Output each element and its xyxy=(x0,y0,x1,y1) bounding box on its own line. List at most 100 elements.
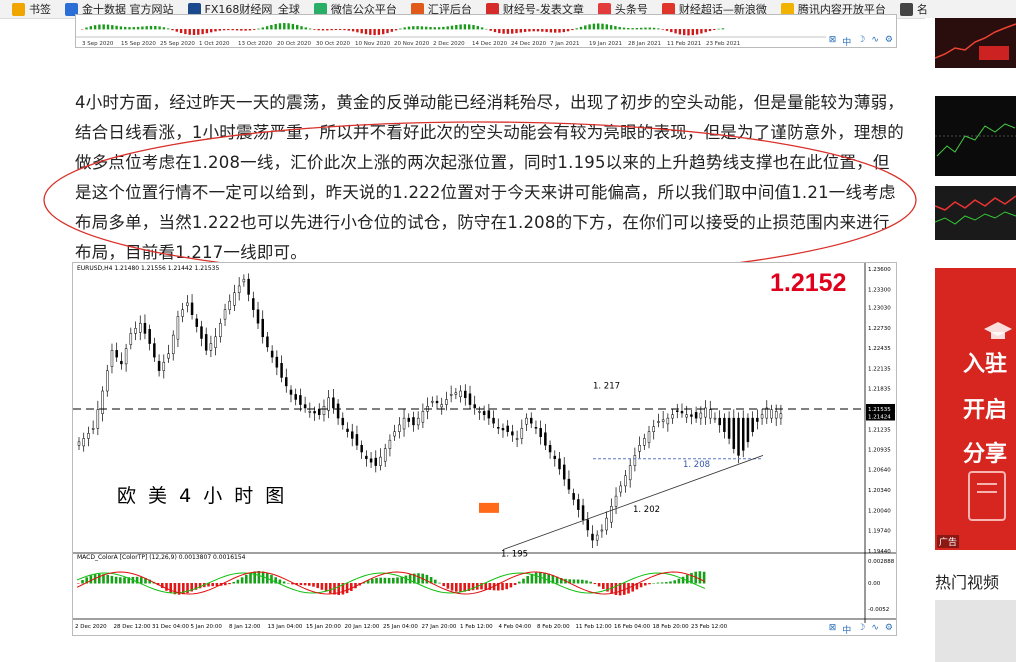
entry-marker xyxy=(479,503,499,513)
top-date-label: 20 Nov 2020 xyxy=(394,41,430,47)
candle-body xyxy=(686,415,688,417)
chart-title: 欧 美 4 小 时 图 xyxy=(117,481,287,508)
top-macd-bar xyxy=(279,23,281,29)
top-macd-bar xyxy=(232,29,234,30)
hot-videos-title[interactable]: 热门视频 xyxy=(935,569,999,593)
top-macd-bar xyxy=(687,29,689,35)
macd-bar xyxy=(384,578,387,584)
candle-body xyxy=(591,534,593,540)
sidebar-thumb-1[interactable] xyxy=(935,18,1016,68)
top-macd-bar xyxy=(167,28,169,29)
candle-body xyxy=(540,428,542,436)
price-label: 1.21835 xyxy=(868,387,891,393)
top-macd-bar xyxy=(666,29,668,31)
macd-bar xyxy=(615,583,618,595)
candle-body xyxy=(662,420,664,422)
chart-tool-3[interactable]: ∿ xyxy=(871,35,879,47)
top-macd-bar xyxy=(214,29,216,31)
candle-body xyxy=(389,440,391,448)
chart-tool-0[interactable]: ⊠ xyxy=(829,623,837,635)
candle-body xyxy=(544,433,546,446)
macd-bar xyxy=(232,582,235,584)
chart-tool-4[interactable]: ⚙ xyxy=(885,35,893,47)
candle-body xyxy=(483,411,485,414)
macd-bar xyxy=(518,582,521,584)
time-label: 8 Feb 20:00 xyxy=(537,624,570,630)
bookmark-0[interactable]: 书签 xyxy=(12,1,51,17)
candle-body xyxy=(172,335,174,354)
candle-body xyxy=(624,476,626,486)
top-macd-bar xyxy=(103,24,105,29)
top-macd-bar xyxy=(705,29,707,32)
top-date-label: 20 Oct 2020 xyxy=(277,41,312,47)
candle-body xyxy=(695,412,697,418)
bookmark-9[interactable]: 名 xyxy=(900,1,928,17)
top-macd-bar xyxy=(438,27,440,29)
candle-body xyxy=(219,323,221,337)
macd-bar xyxy=(522,579,525,584)
chart-tool-2[interactable]: ☽ xyxy=(857,623,865,635)
macd-bar xyxy=(211,583,214,586)
macd-bar xyxy=(396,577,399,583)
sidebar-thumb-3[interactable] xyxy=(935,186,1016,240)
top-date-label: 1 Oct 2020 xyxy=(199,41,230,47)
chart-tool-4[interactable]: ⚙ xyxy=(885,623,893,635)
candle-body xyxy=(690,415,692,417)
top-date-label: 10 Nov 2020 xyxy=(355,41,391,47)
candle-body xyxy=(634,455,636,465)
top-macd-bar xyxy=(275,24,277,29)
chart-tool-3[interactable]: ∿ xyxy=(871,623,879,635)
macd-bar xyxy=(699,571,702,583)
price-label: 1.20340 xyxy=(868,488,891,494)
time-label: 11 Feb 12:00 xyxy=(576,624,613,630)
top-macd-bar xyxy=(163,27,165,29)
time-label: 15 Jan 20:00 xyxy=(306,624,341,630)
top-macd-bar xyxy=(692,29,694,35)
big-price: 1.2152 xyxy=(770,269,846,298)
candle-body xyxy=(714,418,716,419)
chart-tool-2[interactable]: ☽ xyxy=(857,35,865,47)
candle-body xyxy=(507,426,509,432)
macd-bar xyxy=(459,583,462,592)
macd-bar xyxy=(308,583,311,586)
bookmark-label: 名 xyxy=(917,1,928,17)
macd-bar xyxy=(115,577,118,584)
promo-banner[interactable]: 入驻 开启 分享 广告 xyxy=(935,268,1016,550)
macd-bar xyxy=(434,580,437,584)
top-macd-bar xyxy=(90,26,92,29)
top-chart-svg: 3 Sep 202015 Sep 202025 Sep 20201 Oct 20… xyxy=(76,15,896,47)
time-label: 18 Feb 20:00 xyxy=(653,624,690,630)
time-label: 16 Feb 04:00 xyxy=(614,624,651,630)
time-label: 28 Dec 12:00 xyxy=(114,624,151,630)
top-date-label: 15 Sep 2020 xyxy=(121,41,156,47)
candle-body xyxy=(144,323,146,333)
hot-video-thumb[interactable] xyxy=(935,600,1016,662)
time-label: 1 Feb 12:00 xyxy=(460,624,493,630)
macd-bar xyxy=(119,577,122,583)
top-macd-bar xyxy=(700,29,702,33)
top-date-label: 11 Feb 2021 xyxy=(667,41,701,47)
macd-bar xyxy=(304,583,307,585)
top-date-label: 13 Oct 2020 xyxy=(238,41,273,47)
top-macd-bar xyxy=(722,28,724,29)
candle-body xyxy=(615,496,617,506)
candle-body xyxy=(120,361,122,364)
candle-body xyxy=(248,279,250,294)
macd-bar xyxy=(501,583,504,590)
macd-bar xyxy=(426,575,429,584)
chart-tool-1[interactable]: 中 xyxy=(842,35,851,47)
top-macd-bar xyxy=(210,29,212,32)
main-chart-svg: 1. 2171. 2081. 2021. 1951.236001.233001.… xyxy=(73,263,896,635)
top-macd-bar xyxy=(541,29,543,32)
candle-body xyxy=(511,432,513,435)
chart-tool-0[interactable]: ⊠ xyxy=(829,35,837,47)
candle-body xyxy=(521,428,523,438)
sidebar-thumb-2[interactable] xyxy=(935,96,1016,176)
candle-body xyxy=(469,394,471,405)
graduation-cap-icon xyxy=(983,320,1013,342)
candle-body xyxy=(384,449,386,462)
top-macd-bar xyxy=(593,24,595,30)
top-macd-bar xyxy=(520,29,522,33)
chart-tool-1[interactable]: 中 xyxy=(842,623,851,635)
macd-bar xyxy=(379,578,382,584)
